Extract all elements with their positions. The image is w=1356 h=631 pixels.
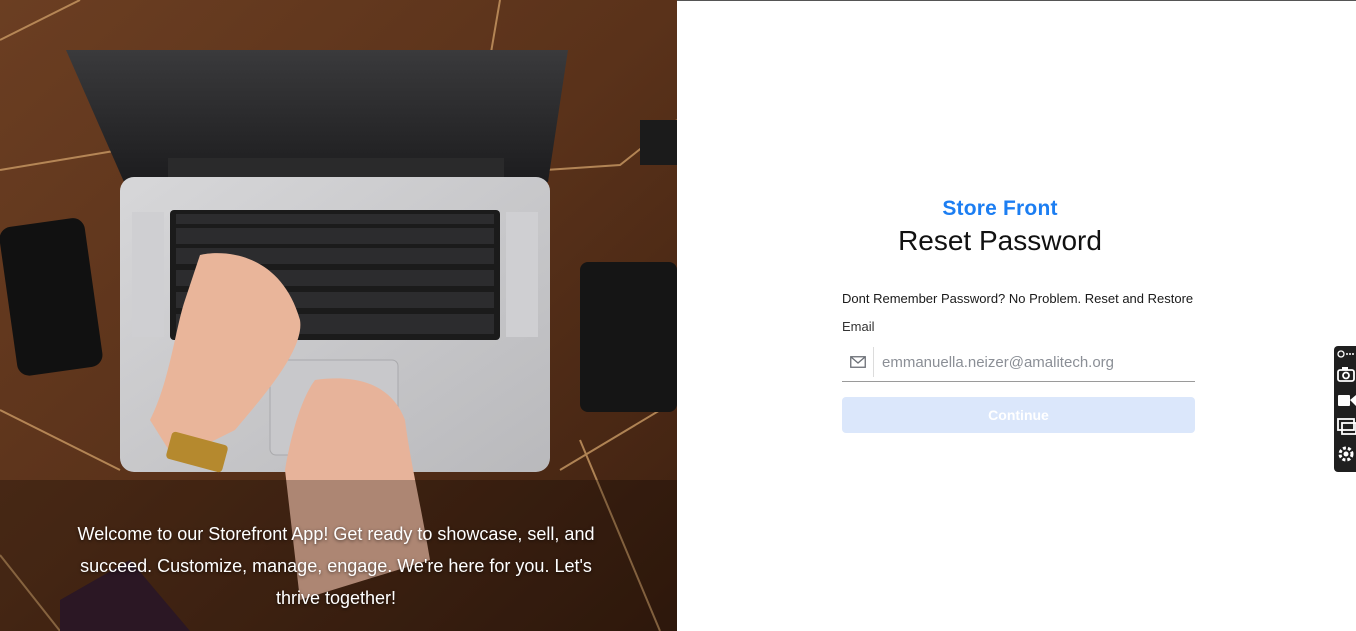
reset-password-panel: Store Front Reset Password Dont Remember… bbox=[677, 0, 1356, 631]
email-label: Email bbox=[842, 319, 875, 334]
email-input[interactable] bbox=[882, 353, 1195, 371]
mail-icon bbox=[842, 347, 874, 377]
video-icon[interactable] bbox=[1336, 390, 1356, 410]
extension-icon[interactable] bbox=[1336, 348, 1356, 360]
instruction-text: Dont Remember Password? No Problem. Rese… bbox=[842, 291, 1194, 306]
page-title: Reset Password bbox=[898, 225, 1102, 256]
settings-icon[interactable] bbox=[1336, 444, 1356, 464]
camera-icon[interactable] bbox=[1336, 364, 1356, 384]
brand-logo-text: Store Front bbox=[942, 197, 1058, 220]
page: Welcome to our Storefront App! Get ready… bbox=[0, 0, 1356, 631]
capture-toolbar bbox=[1334, 346, 1356, 472]
hero-image-panel: Welcome to our Storefront App! Get ready… bbox=[0, 0, 677, 631]
screen-icon[interactable] bbox=[1336, 416, 1356, 436]
continue-button[interactable]: Continue bbox=[842, 397, 1195, 433]
email-field[interactable] bbox=[842, 343, 1195, 382]
hero-welcome-text: Welcome to our Storefront App! Get ready… bbox=[77, 524, 595, 608]
